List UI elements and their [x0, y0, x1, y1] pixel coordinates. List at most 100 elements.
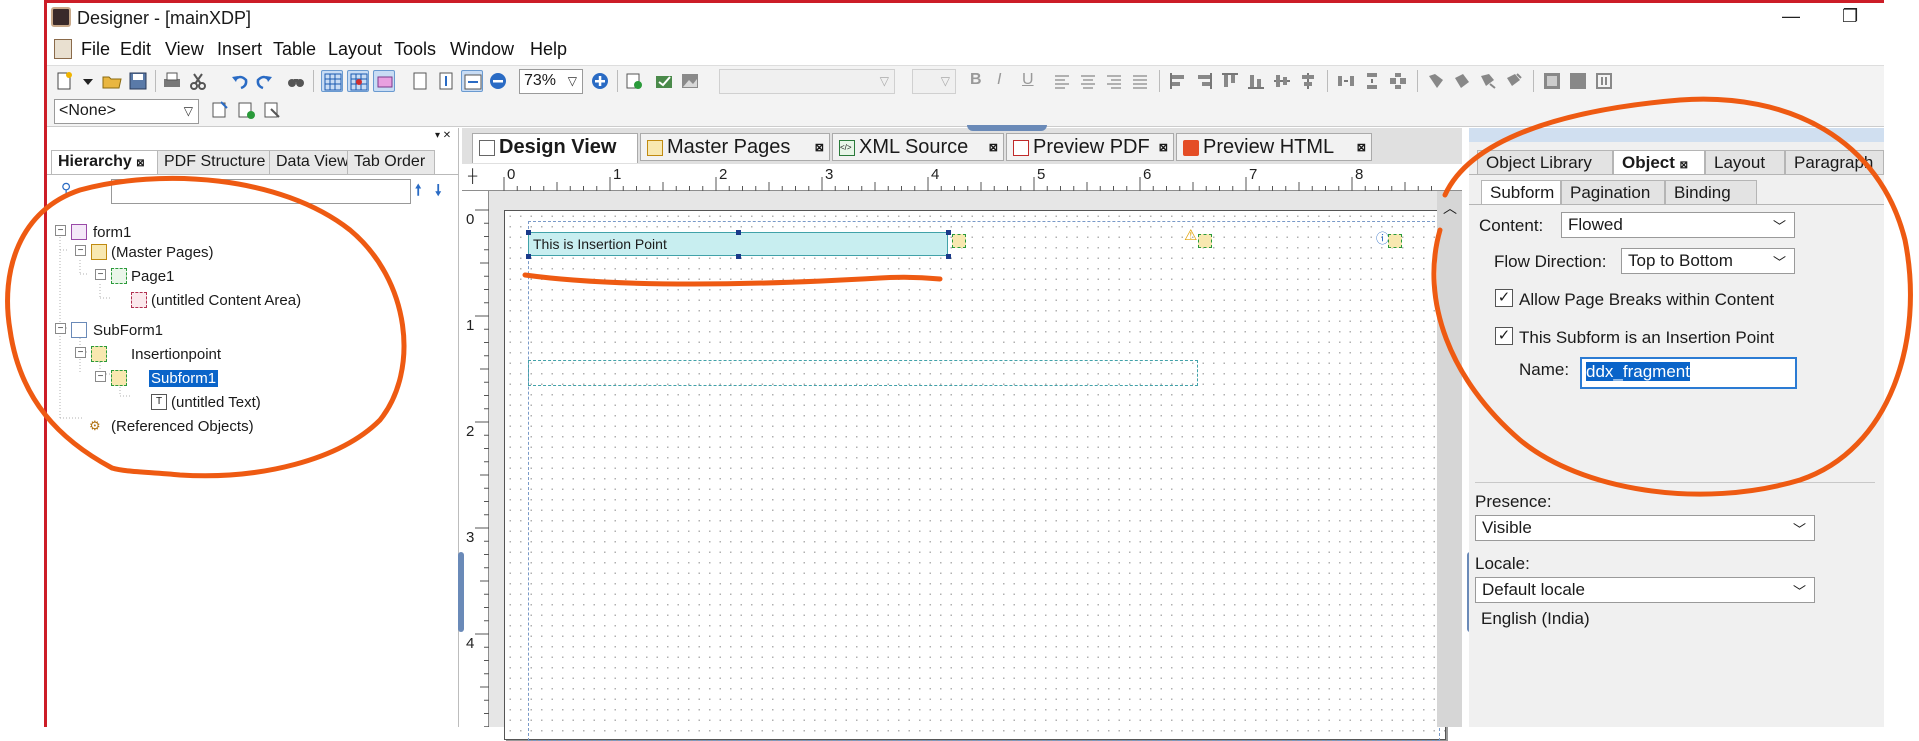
distribute-grid-icon[interactable] [1387, 70, 1409, 92]
make-same-width-icon[interactable] [1541, 70, 1563, 92]
tree-item-subform1[interactable]: Subform1 [149, 370, 219, 387]
align-vertical-center-icon[interactable] [1271, 70, 1293, 92]
close-icon[interactable]: ⊠ [1357, 141, 1366, 154]
align-bottom-edges-icon[interactable] [1245, 70, 1267, 92]
collapse-subform1[interactable]: − [95, 371, 106, 382]
menu-help[interactable]: Help [530, 39, 567, 60]
make-same-height-icon[interactable] [1567, 70, 1589, 92]
make-same-size-icon[interactable] [1593, 70, 1615, 92]
restore-button[interactable]: ❐ [1842, 6, 1858, 27]
menu-tools[interactable]: Tools [394, 39, 436, 60]
minimize-button[interactable]: — [1782, 6, 1800, 27]
close-icon[interactable]: ⊠ [1159, 141, 1168, 154]
presence-select[interactable]: Visible ﹀ [1475, 515, 1815, 541]
ungroup-icon[interactable] [1503, 70, 1525, 92]
insertion-point-checkbox[interactable]: ✓ [1495, 327, 1513, 345]
warning-icon[interactable]: ⚠ [1184, 226, 1197, 244]
close-icon[interactable]: ⊠ [989, 141, 998, 154]
scope-select[interactable]: <None> ▽ [54, 99, 199, 124]
menu-insert[interactable]: Insert [217, 39, 262, 60]
justify-icon[interactable] [1129, 70, 1151, 92]
edit-fragment-icon[interactable] [261, 99, 283, 121]
new-document-icon[interactable] [53, 70, 75, 92]
collapse-page1[interactable]: − [95, 269, 106, 280]
distribute-across-icon[interactable] [1335, 70, 1357, 92]
new-dropdown-icon[interactable] [77, 70, 93, 92]
tab-paragraph[interactable]: Paragraph [1785, 150, 1884, 174]
find-icon[interactable] [285, 70, 307, 92]
menu-edit[interactable]: Edit [120, 39, 151, 60]
tree-item-subform1-root[interactable]: SubForm1 [93, 322, 163, 339]
tab-object[interactable]: Object ⊠ [1613, 150, 1705, 174]
tree-item-master-pages[interactable]: (Master Pages) [111, 244, 214, 261]
panel-gripper[interactable] [967, 125, 1047, 131]
tab-master-pages[interactable]: Master Pages ⊠ [640, 133, 830, 161]
align-right-icon[interactable] [1103, 70, 1125, 92]
designer-app-icon[interactable] [51, 7, 71, 27]
object-boundaries-icon[interactable] [373, 70, 395, 92]
tab-pagination[interactable]: Pagination [1561, 180, 1665, 204]
wrap-icon[interactable] [1425, 70, 1447, 92]
page-icon[interactable] [409, 70, 431, 92]
show-grid-icon[interactable] [321, 70, 343, 92]
tree-item-content-area[interactable]: (untitled Content Area) [151, 292, 301, 309]
allow-page-breaks-checkbox[interactable]: ✓ [1495, 289, 1513, 307]
tree-item-page1[interactable]: Page1 [131, 268, 174, 285]
align-center-icon[interactable] [1077, 70, 1099, 92]
tree-item-untitled-text[interactable]: (untitled Text) [171, 394, 261, 411]
locale-select[interactable]: Default locale ﹀ [1475, 577, 1815, 603]
right-panel-scrollbar[interactable] [1884, 128, 1919, 727]
insertion-point-text[interactable]: This is Insertion Point [528, 232, 948, 256]
align-left-edges-icon[interactable] [1167, 70, 1189, 92]
tab-design-view[interactable]: Design View [472, 133, 638, 163]
tab-layout[interactable]: Layout [1705, 150, 1785, 174]
content-select[interactable]: Flowed ﹀ [1561, 212, 1795, 238]
collapse-subform1-root[interactable]: − [55, 323, 66, 334]
align-left-icon[interactable] [1051, 70, 1073, 92]
menu-layout[interactable]: Layout [328, 39, 382, 60]
fit-height-icon[interactable] [435, 70, 457, 92]
align-top-edges-icon[interactable] [1219, 70, 1241, 92]
redo-icon[interactable] [253, 70, 275, 92]
image-icon[interactable] [679, 70, 701, 92]
underline-button[interactable]: U [1022, 71, 1034, 89]
zoom-select[interactable]: 73% ▽ [519, 69, 583, 94]
menu-view[interactable]: View [165, 39, 204, 60]
name-field[interactable]: ddx_fragment [1580, 357, 1797, 389]
menu-table[interactable]: Table [273, 39, 316, 60]
selection-handle[interactable] [526, 230, 531, 235]
tab-subform[interactable]: Subform [1481, 180, 1561, 204]
insert-subform-icon[interactable] [235, 99, 257, 121]
vertical-scrollbar[interactable] [1437, 191, 1462, 727]
selection-handle[interactable] [526, 254, 531, 259]
tab-binding[interactable]: Binding [1665, 180, 1757, 204]
flow-direction-select[interactable]: Top to Bottom ﹀ [1621, 248, 1795, 274]
distribute-down-icon[interactable] [1361, 70, 1383, 92]
tree-item-insertion-point[interactable]: Insertionpoint [131, 346, 221, 363]
selection-handle[interactable] [946, 254, 951, 259]
tab-object-library[interactable]: Object Library [1477, 150, 1613, 174]
selection-handle[interactable] [736, 230, 741, 235]
zoom-in-icon[interactable] [589, 70, 611, 92]
group-icon[interactable] [1477, 70, 1499, 92]
undo-icon[interactable] [229, 70, 251, 92]
cut-icon[interactable] [187, 70, 209, 92]
close-icon[interactable]: ⊠ [1680, 160, 1688, 171]
zoom-out-icon[interactable] [487, 70, 509, 92]
scroll-up-icon[interactable]: ︿ [1443, 198, 1457, 218]
font-name-select[interactable]: ▽ [719, 69, 895, 94]
save-icon[interactable] [127, 70, 149, 92]
menu-window[interactable]: Window [450, 39, 514, 60]
font-size-select[interactable]: ▽ [912, 69, 956, 94]
menu-file[interactable]: File [81, 39, 110, 60]
tab-preview-pdf[interactable]: Preview PDF ⊠ [1006, 133, 1174, 161]
collapse-form1[interactable]: − [55, 225, 66, 236]
tab-preview-html[interactable]: Preview HTML ⊠ [1176, 133, 1372, 161]
tab-xml-source[interactable]: </> XML Source ⊠ [832, 133, 1004, 161]
spell-check-icon[interactable] [653, 70, 675, 92]
unwrap-icon[interactable] [1451, 70, 1473, 92]
italic-button[interactable]: I [997, 71, 1001, 89]
align-right-edges-icon[interactable] [1193, 70, 1215, 92]
close-icon[interactable]: ⊠ [815, 141, 824, 154]
tree-item-form1[interactable]: form1 [93, 224, 131, 241]
